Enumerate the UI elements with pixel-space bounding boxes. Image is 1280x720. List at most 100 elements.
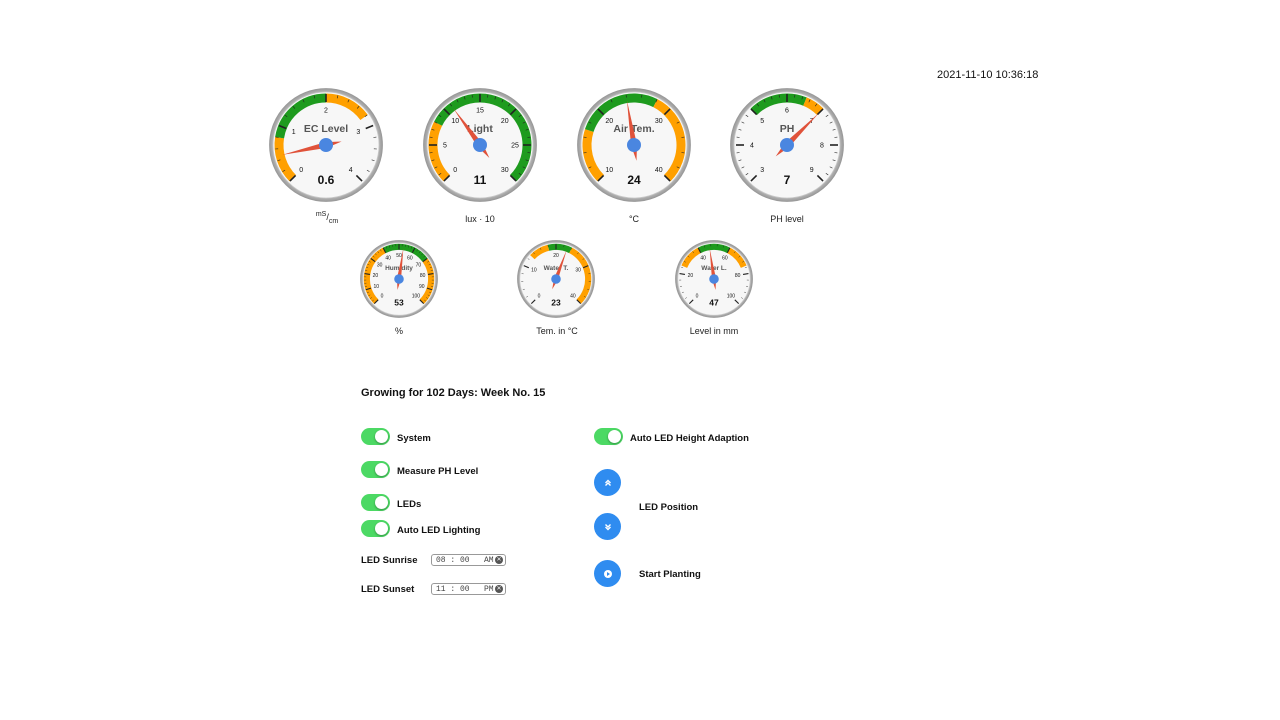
- auto-led-lighting-toggle[interactable]: [361, 520, 390, 537]
- growing-status: Growing for 102 Days: Week No. 15: [361, 387, 546, 399]
- gauge-value: 24: [627, 173, 641, 187]
- tick-label: 20: [605, 118, 613, 125]
- auto-led-height-toggle-row: Auto LED Height Adaption: [594, 428, 749, 445]
- tick-label: 5: [760, 118, 764, 125]
- tick-label: 0: [538, 294, 541, 300]
- humidity-unit-label: %: [394, 326, 403, 336]
- leds-toggle-row: LEDs: [361, 494, 421, 511]
- measure-ph-toggle[interactable]: [361, 461, 390, 478]
- tick-label: 80: [420, 273, 426, 279]
- toggle-knob: [608, 430, 621, 443]
- auto-led-height-toggle-label: Auto LED Height Adaption: [630, 433, 749, 444]
- led-sunset-label: LED Sunset: [361, 583, 415, 595]
- tick-label: 50: [396, 253, 402, 259]
- ph-gauge-dial: 3456789PH7: [730, 88, 844, 202]
- water-temperature-unit-label: Tem. in °C: [536, 326, 578, 336]
- tick-label: 100: [727, 294, 736, 300]
- gauge-hub: [319, 138, 333, 152]
- humidity-gauge-dial: 010203040 50 60708090100Humidity53: [360, 240, 438, 318]
- water_t-gauge-dial: 0 10 20 30 40 Water T. 23: [517, 240, 595, 318]
- tick-label: 40: [700, 255, 706, 261]
- tick-label: 20: [373, 273, 379, 279]
- ph-gauge: 3456789PH7: [730, 88, 844, 202]
- play-icon: [603, 569, 612, 578]
- air-temperature-unit-label: °C: [628, 214, 640, 224]
- tick-label: 40: [385, 255, 391, 261]
- clear-icon[interactable]: ✕: [495, 556, 503, 564]
- gauge-value: 47: [709, 298, 719, 308]
- leds-toggle-label: LEDs: [397, 499, 422, 510]
- tick-label: 3: [356, 129, 360, 136]
- tick-label: 10: [531, 268, 537, 274]
- air-gauge-dial: 1020 3040Air Tem.24: [577, 88, 691, 202]
- tick-label: 3: [760, 167, 764, 174]
- auto-led-height-toggle[interactable]: [594, 428, 623, 445]
- ec-unit-label: mS/cm: [315, 211, 339, 225]
- leds-toggle[interactable]: [361, 494, 390, 511]
- led-sunset-value: 11 : 00 PM: [436, 584, 494, 594]
- system-toggle-label: System: [397, 433, 431, 444]
- start-planting-label: Start Planting: [639, 569, 701, 580]
- gauge-value: 23: [551, 298, 561, 308]
- tick-label: 30: [655, 118, 663, 125]
- led-up-button[interactable]: [594, 469, 621, 496]
- tick-label: 100: [412, 294, 421, 300]
- tick-label: 70: [416, 263, 422, 269]
- double-chevron-up-icon: [604, 479, 611, 486]
- double-chevron-down-icon: [604, 523, 611, 530]
- led-sunrise-time-input[interactable]: 08 : 00 AM ✕: [431, 554, 506, 566]
- tick-label: 40: [570, 294, 576, 300]
- clear-icon[interactable]: ✕: [495, 585, 503, 593]
- led-down-button[interactable]: [594, 513, 621, 540]
- ec-level-gauge: 0 1 2 3 4 EC Level 0.6: [269, 88, 383, 202]
- gauge-title: EC Level: [304, 123, 348, 135]
- tick-label: 4: [750, 143, 754, 150]
- air-temperature-gauge: 10 20 30 40 Air Tem. 24: [577, 88, 691, 202]
- tick-label: 60: [407, 255, 413, 261]
- gauge-band-green: [547, 243, 572, 254]
- gauge-value: 53: [394, 298, 404, 308]
- led-position-label: LED Position: [639, 502, 699, 513]
- tick-label: 9: [810, 167, 814, 174]
- tick-label: 0: [299, 167, 303, 174]
- timestamp: 2021-11-10 10:36:18: [937, 69, 1039, 81]
- tick-label: 30: [575, 268, 581, 274]
- auto-led-lighting-toggle-row: Auto LED Lighting: [361, 520, 480, 537]
- gauge-value: 11: [474, 173, 487, 187]
- gauge-hub: [627, 138, 641, 152]
- led-sunrise-row: LED Sunrise 08 : 00 AM ✕: [361, 554, 506, 566]
- tick-label: 4: [349, 167, 353, 174]
- tick-label: 10: [451, 118, 459, 125]
- led-sunrise-value: 08 : 00 AM: [436, 555, 494, 565]
- tick-label: 20: [688, 273, 694, 279]
- tick-label: 0: [696, 294, 699, 300]
- system-toggle[interactable]: [361, 428, 390, 445]
- tick-label: 30: [501, 167, 509, 174]
- tick-label: 80: [735, 273, 741, 279]
- tick-label: 2: [324, 108, 328, 115]
- measure-ph-toggle-row: Measure PH Level: [361, 461, 478, 478]
- tick-label: 20: [553, 253, 559, 259]
- water-level-gauge: 0 20 40 60 80 100 Water L. 47: [675, 240, 753, 318]
- tick-label: 40: [655, 167, 663, 174]
- ph-unit-label: PH level: [770, 214, 804, 224]
- gauge-value: 7: [784, 173, 791, 187]
- led-sunset-time-input[interactable]: 11 : 00 PM ✕: [431, 583, 506, 595]
- tick-label: 10: [373, 284, 379, 290]
- water-temperature-gauge: 0 10 20 30 40 Water T. 23: [517, 240, 595, 318]
- tick-label: 0: [381, 294, 384, 300]
- led-sunrise-label: LED Sunrise: [361, 554, 418, 566]
- light-gauge: 0 5 10 15 20 25 30 Light 11: [423, 88, 537, 202]
- tick-label: 90: [419, 284, 425, 290]
- start-planting-button[interactable]: [594, 560, 621, 587]
- tick-label: 8: [820, 143, 824, 150]
- tick-label: 1: [292, 129, 296, 136]
- tick-label: 25: [511, 143, 519, 150]
- gauge-hub: [394, 274, 404, 284]
- toggle-knob: [375, 522, 388, 535]
- toggle-knob: [375, 496, 388, 509]
- tick-label: 6: [785, 108, 789, 115]
- light-gauge-dial: 051015202530Light11: [423, 88, 537, 202]
- gauge-value: 0.6: [318, 173, 335, 187]
- tick-label: 15: [476, 108, 484, 115]
